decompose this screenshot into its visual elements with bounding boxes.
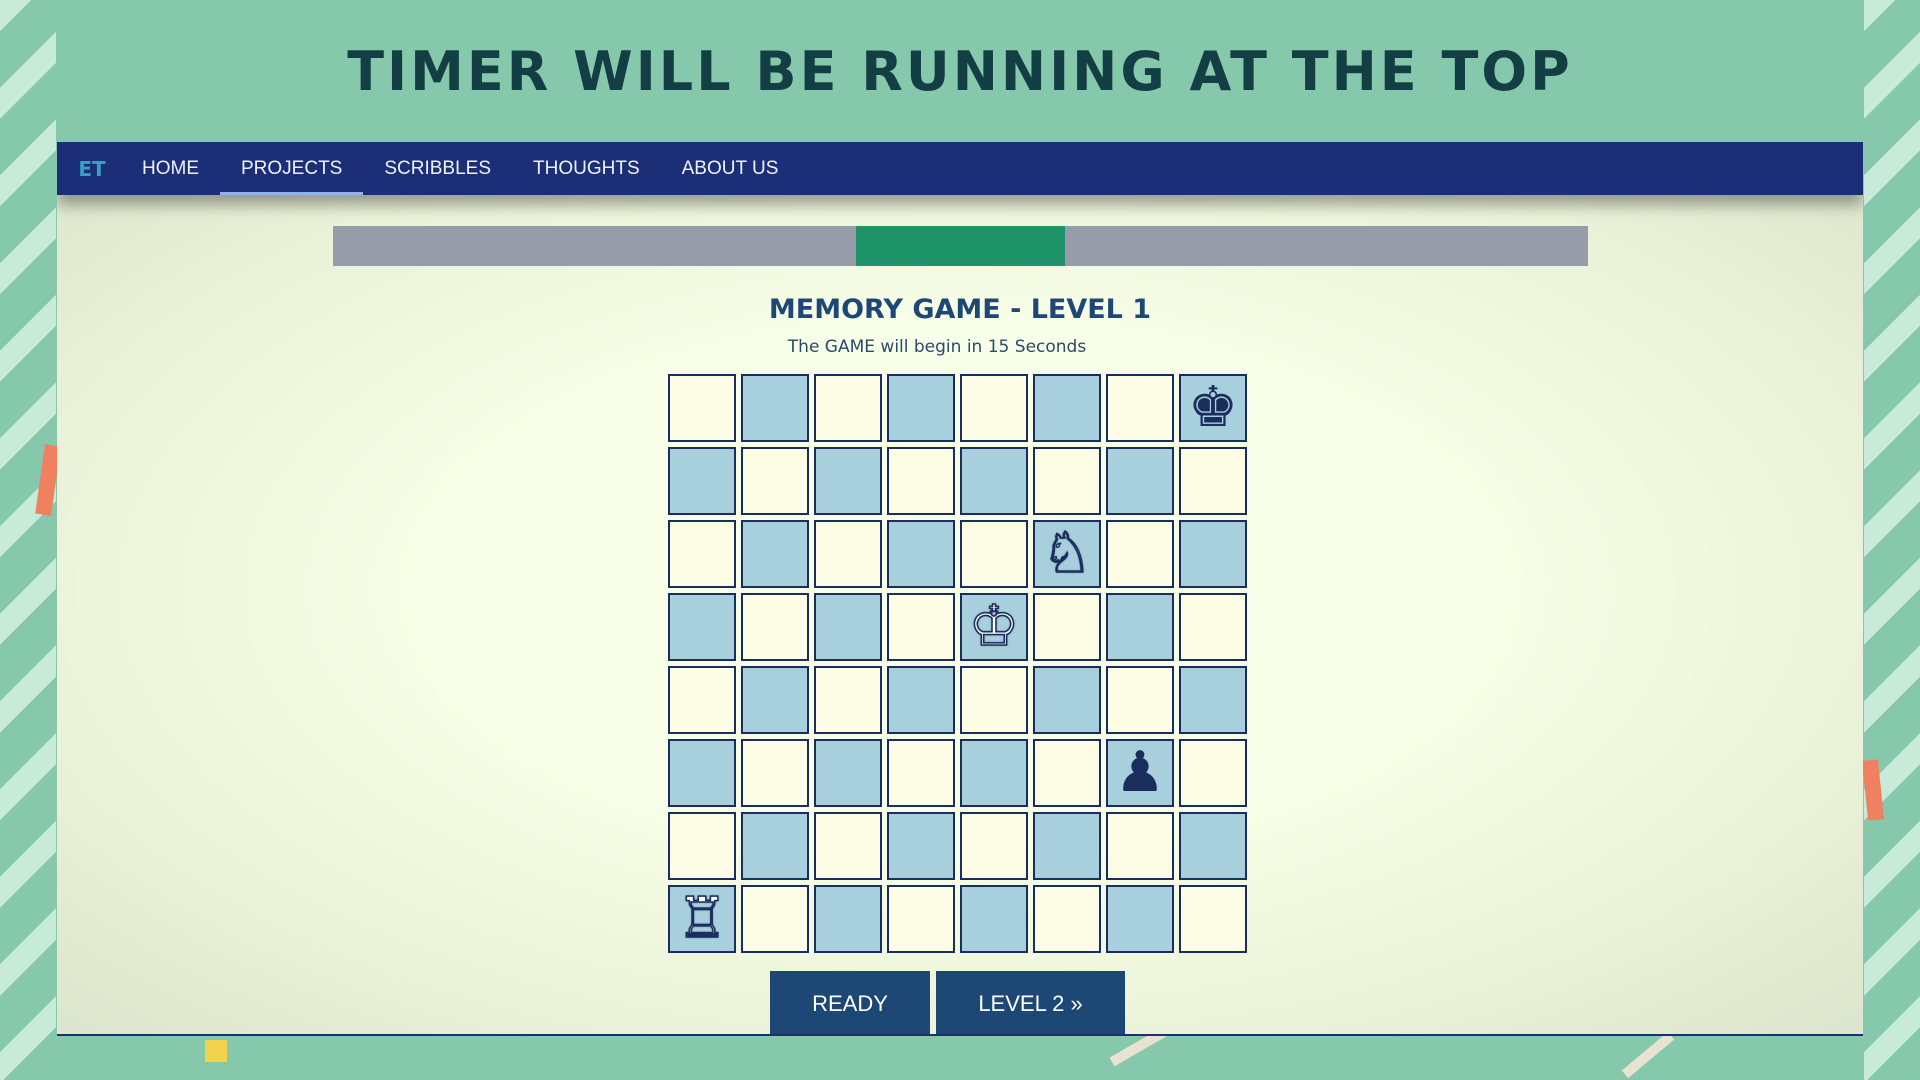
timer-progress-bar xyxy=(333,226,1588,266)
confetti-decoration xyxy=(205,1040,227,1062)
board-square[interactable] xyxy=(1106,593,1174,661)
ready-button[interactable]: READY xyxy=(770,971,930,1036)
board-square[interactable] xyxy=(1033,447,1101,515)
nav-items: HOME PROJECTS SCRIBBLES THOUGHTS ABOUT US xyxy=(121,142,799,195)
confetti-decoration xyxy=(1621,1031,1675,1079)
board-square[interactable] xyxy=(1179,885,1247,953)
board-square[interactable] xyxy=(814,447,882,515)
board-square[interactable] xyxy=(960,447,1028,515)
board-square[interactable] xyxy=(814,739,882,807)
board-square[interactable] xyxy=(960,885,1028,953)
board-square[interactable] xyxy=(1106,447,1174,515)
board-square[interactable] xyxy=(814,812,882,880)
board-square[interactable] xyxy=(1106,812,1174,880)
content-frame: ET HOME PROJECTS SCRIBBLES THOUGHTS ABOUT US… xyxy=(57,142,1863,1036)
board-square[interactable] xyxy=(1106,520,1174,588)
white-king-icon: ♔ xyxy=(968,594,1020,659)
board-square[interactable] xyxy=(887,739,955,807)
board-square[interactable] xyxy=(960,666,1028,734)
board-square[interactable] xyxy=(1033,666,1101,734)
board-square[interactable]: ♔ xyxy=(960,593,1028,661)
left-decorative-stripes xyxy=(0,0,56,1080)
board-square[interactable] xyxy=(887,520,955,588)
board-square[interactable] xyxy=(1106,885,1174,953)
board-square[interactable] xyxy=(1033,812,1101,880)
board-square[interactable]: ♚ xyxy=(1179,374,1247,442)
board-square[interactable] xyxy=(1179,666,1247,734)
board-square[interactable] xyxy=(741,447,809,515)
white-knight-icon: ♘ xyxy=(1041,521,1093,586)
board-square[interactable] xyxy=(960,812,1028,880)
board-square[interactable] xyxy=(741,812,809,880)
black-king-icon: ♚ xyxy=(1187,375,1239,440)
board-square[interactable] xyxy=(1179,447,1247,515)
nav-item-thoughts[interactable]: THOUGHTS xyxy=(512,142,661,195)
board-square[interactable] xyxy=(960,374,1028,442)
board-square[interactable] xyxy=(960,520,1028,588)
black-pawn-icon: ♟ xyxy=(1114,740,1166,805)
board-square[interactable] xyxy=(741,593,809,661)
frame-bottom-border xyxy=(57,1034,1863,1036)
board-square[interactable] xyxy=(814,885,882,953)
page-headline: TIMER WILL BE RUNNING AT THE TOP xyxy=(347,40,1573,103)
board-square[interactable] xyxy=(887,812,955,880)
board-square[interactable] xyxy=(814,593,882,661)
board-square[interactable] xyxy=(887,374,955,442)
board-square[interactable] xyxy=(887,885,955,953)
board-square[interactable] xyxy=(668,593,736,661)
game-buttons: READY LEVEL 2 » xyxy=(770,971,1125,1036)
board-square[interactable] xyxy=(741,666,809,734)
board-square[interactable] xyxy=(668,447,736,515)
brand-logo[interactable]: ET xyxy=(63,142,121,195)
game-title: MEMORY GAME - LEVEL 1 xyxy=(768,294,1152,325)
board-square[interactable] xyxy=(668,812,736,880)
board-square[interactable] xyxy=(1106,666,1174,734)
board-square[interactable] xyxy=(1033,885,1101,953)
game-countdown-text: The GAME will begin in 15 Seconds xyxy=(787,337,1087,357)
board-square[interactable] xyxy=(814,520,882,588)
board-square[interactable]: ♖ xyxy=(668,885,736,953)
board-square[interactable] xyxy=(887,666,955,734)
board-square[interactable]: ♘ xyxy=(1033,520,1101,588)
board-square[interactable] xyxy=(668,739,736,807)
navbar: ET HOME PROJECTS SCRIBBLES THOUGHTS ABOUT US xyxy=(57,142,1863,195)
board-square[interactable] xyxy=(1179,593,1247,661)
board-square[interactable] xyxy=(1106,374,1174,442)
nav-item-home[interactable]: HOME xyxy=(121,142,220,195)
board-square[interactable] xyxy=(668,520,736,588)
board-square[interactable] xyxy=(814,666,882,734)
board-square[interactable] xyxy=(814,374,882,442)
board-square[interactable] xyxy=(1033,739,1101,807)
board-square[interactable] xyxy=(960,739,1028,807)
board-square[interactable] xyxy=(1033,593,1101,661)
board-square[interactable] xyxy=(668,374,736,442)
board-square[interactable] xyxy=(887,593,955,661)
nav-item-about-us[interactable]: ABOUT US xyxy=(661,142,800,195)
board-square[interactable] xyxy=(1033,374,1101,442)
board-square[interactable]: ♟ xyxy=(1106,739,1174,807)
board-square[interactable] xyxy=(741,739,809,807)
board-square[interactable] xyxy=(741,885,809,953)
nav-item-scribbles[interactable]: SCRIBBLES xyxy=(363,142,512,195)
board-square[interactable] xyxy=(741,520,809,588)
chess-board: ♚ ♘ ♔ ♟ ♖ xyxy=(668,374,1247,953)
board-square[interactable] xyxy=(741,374,809,442)
board-square[interactable] xyxy=(1179,812,1247,880)
nav-item-projects[interactable]: PROJECTS xyxy=(220,142,364,195)
timer-progress-fill xyxy=(856,226,1065,266)
right-decorative-stripes xyxy=(1864,0,1920,1080)
white-rook-icon: ♖ xyxy=(676,886,728,951)
board-square[interactable] xyxy=(1179,739,1247,807)
board-square[interactable] xyxy=(887,447,955,515)
level-2-button[interactable]: LEVEL 2 » xyxy=(936,971,1125,1036)
board-square[interactable] xyxy=(668,666,736,734)
board-square[interactable] xyxy=(1179,520,1247,588)
